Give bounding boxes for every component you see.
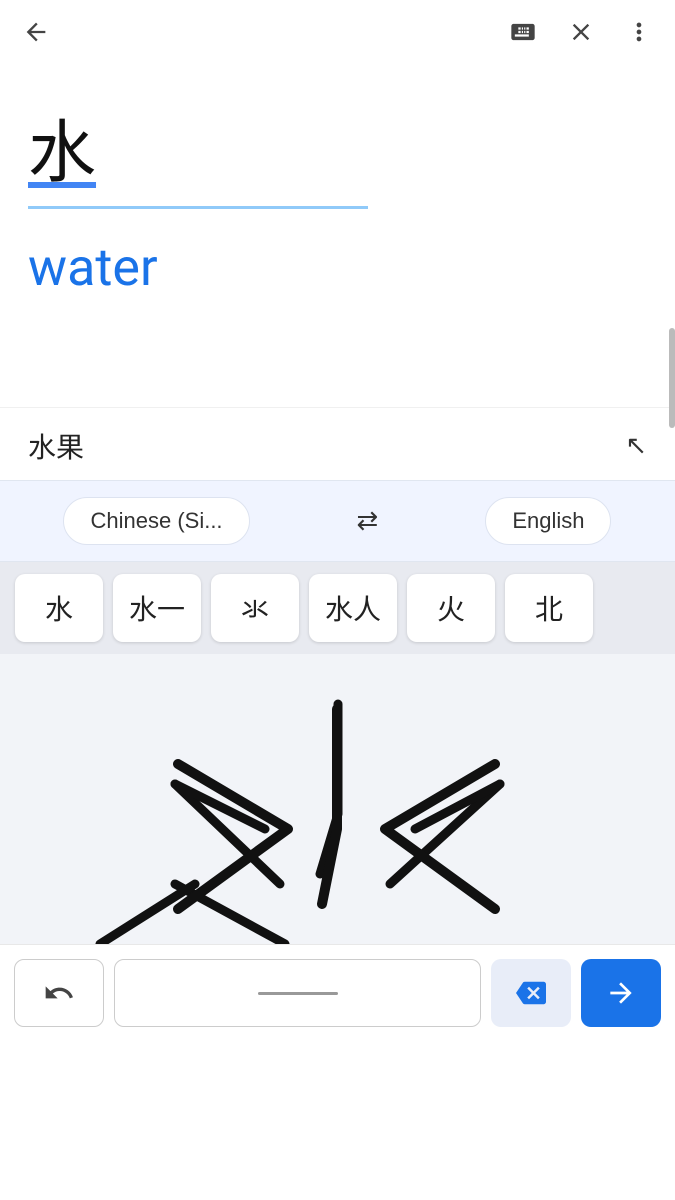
char-suggestions-bar: 水 水一 氺 水人 火 北 [0,562,675,654]
delete-button[interactable] [491,959,571,1027]
space-button[interactable] [114,959,481,1027]
source-text: 水 [28,97,647,196]
char-suggestion-4[interactable]: 火 [407,574,495,642]
close-button[interactable] [563,14,599,53]
char-suggestion-1[interactable]: 水一 [113,574,201,642]
suggestion-word: 水果 [28,426,84,466]
back-arrow-icon [22,18,50,46]
send-button[interactable] [581,959,661,1027]
keyboard-icon [509,18,537,46]
close-x-icon [567,18,595,46]
translation-area: 水 water [0,67,675,407]
more-options-button[interactable] [621,14,657,53]
handwriting-drawing-area[interactable] [0,654,675,944]
delete-icon [516,978,546,1008]
char-suggestion-3[interactable]: 水人 [309,574,397,642]
suggestion-row[interactable]: 水果 ↖ [0,407,675,480]
handwriting-canvas [0,654,675,944]
source-language-button[interactable]: Chinese (Si... [63,497,249,545]
translated-text: water [28,237,647,298]
char-suggestion-5[interactable]: 北 [505,574,593,642]
top-bar [0,0,675,67]
scrollbar [669,328,675,428]
space-bar-indicator [258,992,338,995]
expand-icon: ↖ [625,431,647,461]
keyboard-button[interactable] [505,14,541,53]
undo-button[interactable] [14,959,104,1027]
undo-icon [43,977,75,1009]
language-selector-bar: Chinese (Si... ⇄ English [0,480,675,562]
char-suggestion-0[interactable]: 水 [15,574,103,642]
target-language-button[interactable]: English [485,497,611,545]
send-arrow-icon [605,977,637,1009]
swap-languages-icon[interactable]: ⇄ [357,506,379,536]
more-vertical-icon [625,18,653,46]
divider-line [28,206,368,209]
back-button[interactable] [18,14,54,53]
char-suggestion-2[interactable]: 氺 [211,574,299,642]
bottom-action-bar [0,944,675,1041]
